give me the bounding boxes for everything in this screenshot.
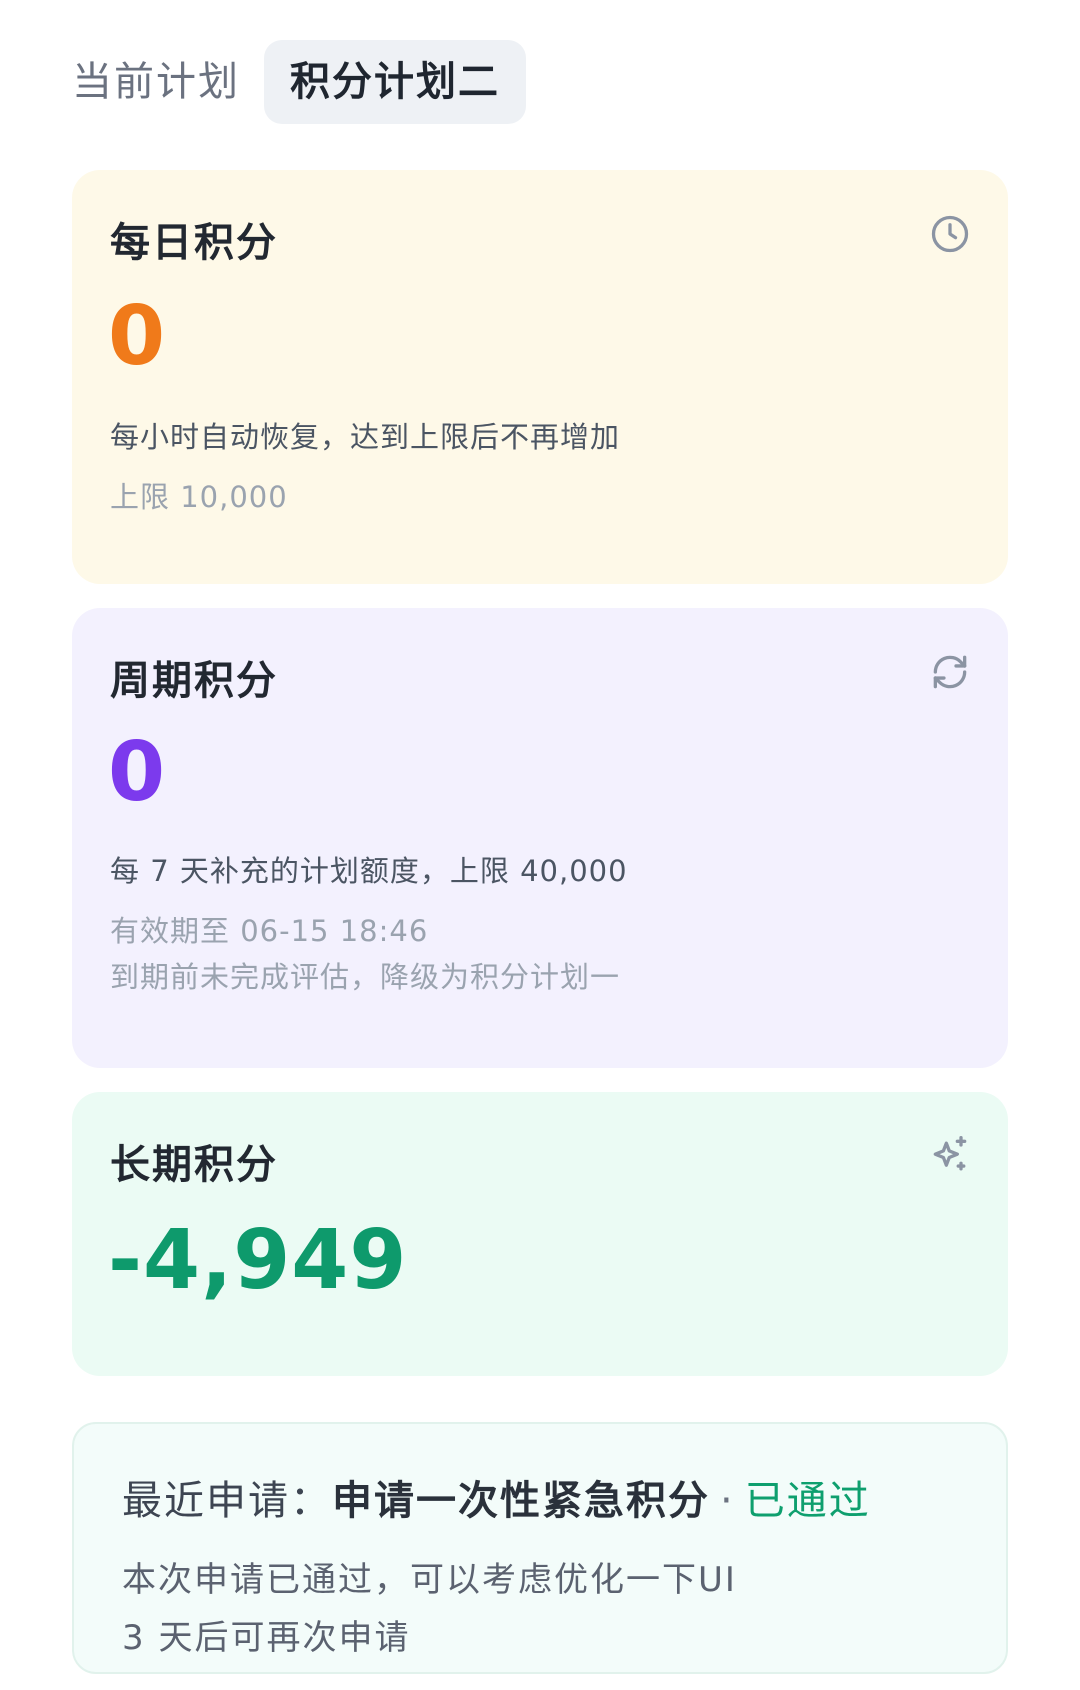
cycle-points-title: 周期积分 [110, 658, 278, 704]
long-term-points-card: 长期积分 -4,949 [72, 1092, 1008, 1376]
plan-tabs: 当前计划 积分计划二 [72, 40, 526, 124]
daily-points-description: 每小时自动恢复，达到上限后不再增加 [110, 420, 621, 454]
long-term-points-value: -4,949 [108, 1213, 408, 1308]
daily-points-value: 0 [108, 289, 167, 384]
page: 当前计划 积分计划二 每日积分 0 每小时自动恢复，达到上限后不再增加 上限 1… [0, 0, 1080, 1690]
tab-current-plan[interactable]: 当前计划 [72, 40, 240, 124]
cycle-points-value: 0 [108, 725, 167, 820]
daily-points-limit: 上限 10,000 [110, 480, 288, 514]
clock-icon [928, 212, 972, 256]
recent-request-message: 本次申请已通过，可以考虑优化一下UI [122, 1560, 737, 1600]
separator-dot: · [720, 1478, 735, 1524]
tab-points-plan-two[interactable]: 积分计划二 [264, 40, 526, 124]
recent-request-headline: 最近申请：申请一次性紧急积分 · 已通过 [122, 1468, 871, 1526]
sparkles-icon [928, 1134, 972, 1178]
recent-request-cooldown: 3 天后可再次申请 [122, 1618, 411, 1658]
refresh-icon [928, 650, 972, 694]
cycle-points-expiry: 有效期至 06-15 18:46 [110, 914, 429, 948]
recent-request-label: 最近申请： [122, 1478, 332, 1524]
recent-request-title: 申请一次性紧急积分 [332, 1478, 710, 1524]
recent-request-panel: 最近申请：申请一次性紧急积分 · 已通过 本次申请已通过，可以考虑优化一下UI 3 … [72, 1422, 1008, 1674]
cycle-points-warning: 到期前未完成评估，降级为积分计划一 [110, 960, 621, 994]
request-status-badge: 已通过 [744, 1478, 871, 1524]
daily-points-title: 每日积分 [110, 220, 278, 266]
cycle-points-description: 每 7 天补充的计划额度，上限 40,000 [110, 854, 628, 888]
long-term-points-title: 长期积分 [110, 1142, 278, 1188]
cycle-points-card: 周期积分 0 每 7 天补充的计划额度，上限 40,000 有效期至 06-15… [72, 608, 1008, 1068]
daily-points-card: 每日积分 0 每小时自动恢复，达到上限后不再增加 上限 10,000 [72, 170, 1008, 584]
